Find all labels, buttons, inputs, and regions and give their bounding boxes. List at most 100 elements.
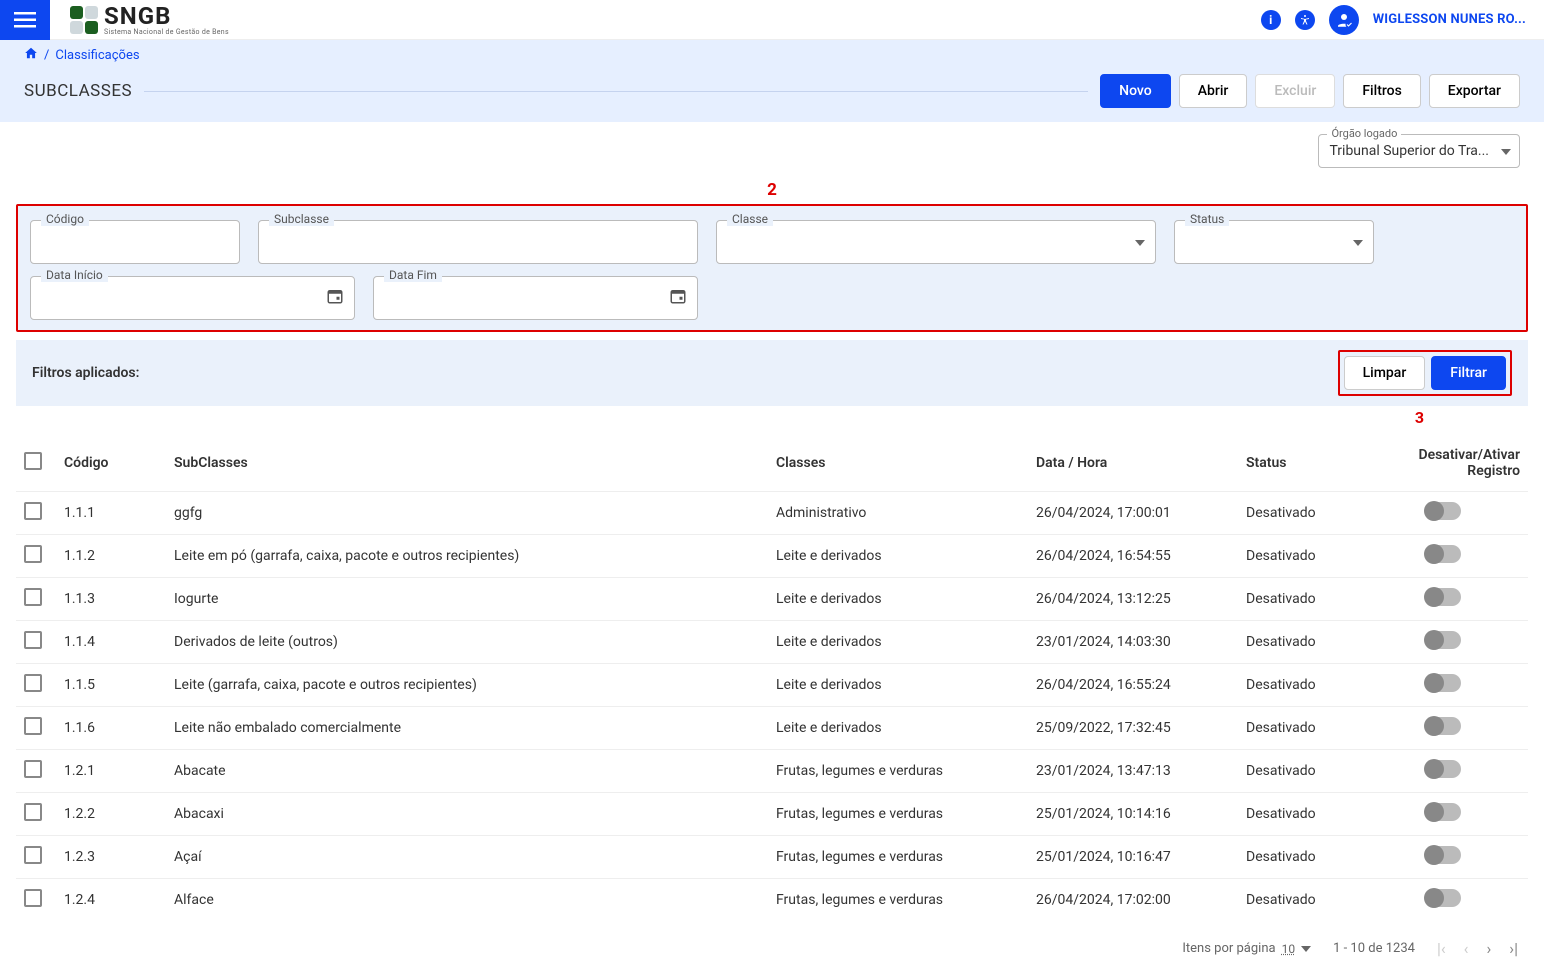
status-input[interactable] bbox=[1175, 221, 1373, 263]
cell-datahora: 25/01/2024, 10:16:47 bbox=[1028, 836, 1238, 879]
row-checkbox[interactable] bbox=[24, 717, 42, 735]
row-checkbox[interactable] bbox=[24, 588, 42, 606]
select-all-checkbox[interactable] bbox=[24, 452, 42, 470]
table-row[interactable]: 1.2.2AbacaxiFrutas, legumes e verduras25… bbox=[16, 793, 1528, 836]
table-row[interactable]: 1.2.4AlfaceFrutas, legumes e verduras26/… bbox=[16, 879, 1528, 922]
cell-status: Desativado bbox=[1238, 492, 1358, 535]
hamburger-button[interactable] bbox=[0, 0, 50, 40]
excluir-button: Excluir bbox=[1255, 74, 1335, 108]
data-inicio-input[interactable] bbox=[31, 277, 354, 319]
table-row[interactable]: 1.1.3IogurteLeite e derivados26/04/2024,… bbox=[16, 578, 1528, 621]
row-toggle[interactable] bbox=[1425, 545, 1461, 563]
cell-status: Desativado bbox=[1238, 621, 1358, 664]
row-checkbox[interactable] bbox=[24, 674, 42, 692]
filtros-button[interactable]: Filtros bbox=[1343, 74, 1420, 108]
calendar-icon[interactable] bbox=[326, 287, 344, 309]
topbar: SNGB Sistema Nacional de Gestão de Bens … bbox=[0, 0, 1544, 40]
prev-page-button[interactable]: ‹ bbox=[1464, 939, 1469, 958]
row-toggle[interactable] bbox=[1425, 889, 1461, 907]
row-checkbox[interactable] bbox=[24, 502, 42, 520]
data-fim-field[interactable]: Data Fim bbox=[373, 276, 698, 320]
subclasse-input[interactable] bbox=[259, 221, 697, 263]
last-page-button[interactable]: ›| bbox=[1509, 939, 1518, 958]
row-toggle[interactable] bbox=[1425, 631, 1461, 649]
cell-datahora: 26/04/2024, 13:12:25 bbox=[1028, 578, 1238, 621]
user-name[interactable]: WIGLESSON NUNES RO... bbox=[1373, 12, 1526, 27]
classe-field[interactable]: Classe bbox=[716, 220, 1156, 264]
info-icon[interactable]: i bbox=[1261, 10, 1281, 30]
calendar-icon[interactable] bbox=[669, 287, 687, 309]
codigo-field[interactable]: Código bbox=[30, 220, 240, 264]
table-row[interactable]: 1.1.2Leite em pó (garrafa, caixa, pacote… bbox=[16, 535, 1528, 578]
row-checkbox[interactable] bbox=[24, 631, 42, 649]
row-toggle[interactable] bbox=[1425, 846, 1461, 864]
filtrar-button[interactable]: Filtrar bbox=[1431, 356, 1506, 390]
accessibility-icon[interactable] bbox=[1295, 10, 1315, 30]
cell-classe: Frutas, legumes e verduras bbox=[768, 750, 1028, 793]
table-row[interactable]: 1.1.5Leite (garrafa, caixa, pacote e out… bbox=[16, 664, 1528, 707]
table-row[interactable]: 1.1.1ggfgAdministrativo26/04/2024, 17:00… bbox=[16, 492, 1528, 535]
cell-status: Desativado bbox=[1238, 750, 1358, 793]
row-toggle[interactable] bbox=[1425, 717, 1461, 735]
limpar-button[interactable]: Limpar bbox=[1344, 356, 1426, 390]
cell-subclasse: Leite não embalado comercialmente bbox=[166, 707, 768, 750]
applied-filters-row: Filtros aplicados: Limpar Filtrar bbox=[16, 340, 1528, 406]
cell-classe: Frutas, legumes e verduras bbox=[768, 793, 1028, 836]
table-row[interactable]: 1.1.4Derivados de leite (outros)Leite e … bbox=[16, 621, 1528, 664]
row-checkbox[interactable] bbox=[24, 545, 42, 563]
subclasse-field[interactable]: Subclasse bbox=[258, 220, 698, 264]
row-toggle[interactable] bbox=[1425, 760, 1461, 778]
cell-status: Desativado bbox=[1238, 836, 1358, 879]
home-icon bbox=[24, 46, 38, 60]
status-field[interactable]: Status bbox=[1174, 220, 1374, 264]
table-row[interactable]: 1.2.1AbacateFrutas, legumes e verduras23… bbox=[16, 750, 1528, 793]
cell-datahora: 23/01/2024, 14:03:30 bbox=[1028, 621, 1238, 664]
logo-text: SNGB bbox=[104, 4, 229, 28]
breadcrumb-sep: / bbox=[44, 48, 49, 63]
cell-codigo: 1.2.4 bbox=[56, 879, 166, 922]
user-avatar-icon[interactable] bbox=[1329, 5, 1359, 35]
cell-classe: Frutas, legumes e verduras bbox=[768, 879, 1028, 922]
row-checkbox[interactable] bbox=[24, 803, 42, 821]
table: Código SubClasses Classes Data / Hora St… bbox=[16, 435, 1528, 921]
cell-classe: Leite e derivados bbox=[768, 664, 1028, 707]
cell-classe: Leite e derivados bbox=[768, 578, 1028, 621]
row-toggle[interactable] bbox=[1425, 502, 1461, 520]
row-toggle[interactable] bbox=[1425, 674, 1461, 692]
breadcrumb-current[interactable]: Classificações bbox=[55, 48, 139, 63]
filter-panel: Código Subclasse Classe Status Data Iníc… bbox=[16, 204, 1528, 332]
row-checkbox[interactable] bbox=[24, 889, 42, 907]
table-row[interactable]: 1.1.6Leite não embalado comercialmenteLe… bbox=[16, 707, 1528, 750]
row-toggle[interactable] bbox=[1425, 803, 1461, 821]
cell-subclasse: Iogurte bbox=[166, 578, 768, 621]
col-codigo: Código bbox=[56, 435, 166, 492]
next-page-button[interactable]: › bbox=[1486, 939, 1491, 958]
cell-codigo: 1.2.3 bbox=[56, 836, 166, 879]
cell-subclasse: Abacate bbox=[166, 750, 768, 793]
cell-classe: Frutas, legumes e verduras bbox=[768, 836, 1028, 879]
classe-input[interactable] bbox=[717, 221, 1155, 263]
cell-subclasse: Açaí bbox=[166, 836, 768, 879]
breadcrumb: / Classificações bbox=[0, 40, 1544, 70]
orgao-select[interactable]: Órgão logado Tribunal Superior do Tra... bbox=[1318, 134, 1520, 168]
title-row: SUBCLASSES Novo Abrir Excluir Filtros Ex… bbox=[0, 70, 1544, 122]
row-checkbox[interactable] bbox=[24, 846, 42, 864]
exportar-button[interactable]: Exportar bbox=[1429, 74, 1520, 108]
data-fim-input[interactable] bbox=[374, 277, 697, 319]
chevron-down-icon bbox=[1501, 143, 1511, 159]
data-inicio-field[interactable]: Data Início bbox=[30, 276, 355, 320]
codigo-input[interactable] bbox=[31, 221, 239, 263]
title-rule bbox=[144, 91, 1088, 92]
row-toggle[interactable] bbox=[1425, 588, 1461, 606]
first-page-button[interactable]: |‹ bbox=[1437, 939, 1446, 958]
abrir-button[interactable]: Abrir bbox=[1179, 74, 1248, 108]
logo-mark-icon bbox=[70, 6, 98, 34]
table-row[interactable]: 1.2.3AçaíFrutas, legumes e verduras25/01… bbox=[16, 836, 1528, 879]
cell-classe: Leite e derivados bbox=[768, 535, 1028, 578]
row-checkbox[interactable] bbox=[24, 760, 42, 778]
novo-button[interactable]: Novo bbox=[1100, 74, 1171, 108]
breadcrumb-home[interactable] bbox=[24, 46, 38, 64]
cell-datahora: 26/04/2024, 17:02:00 bbox=[1028, 879, 1238, 922]
chevron-down-icon[interactable] bbox=[1301, 946, 1311, 952]
items-per-page-value[interactable]: 10 bbox=[1282, 942, 1296, 956]
